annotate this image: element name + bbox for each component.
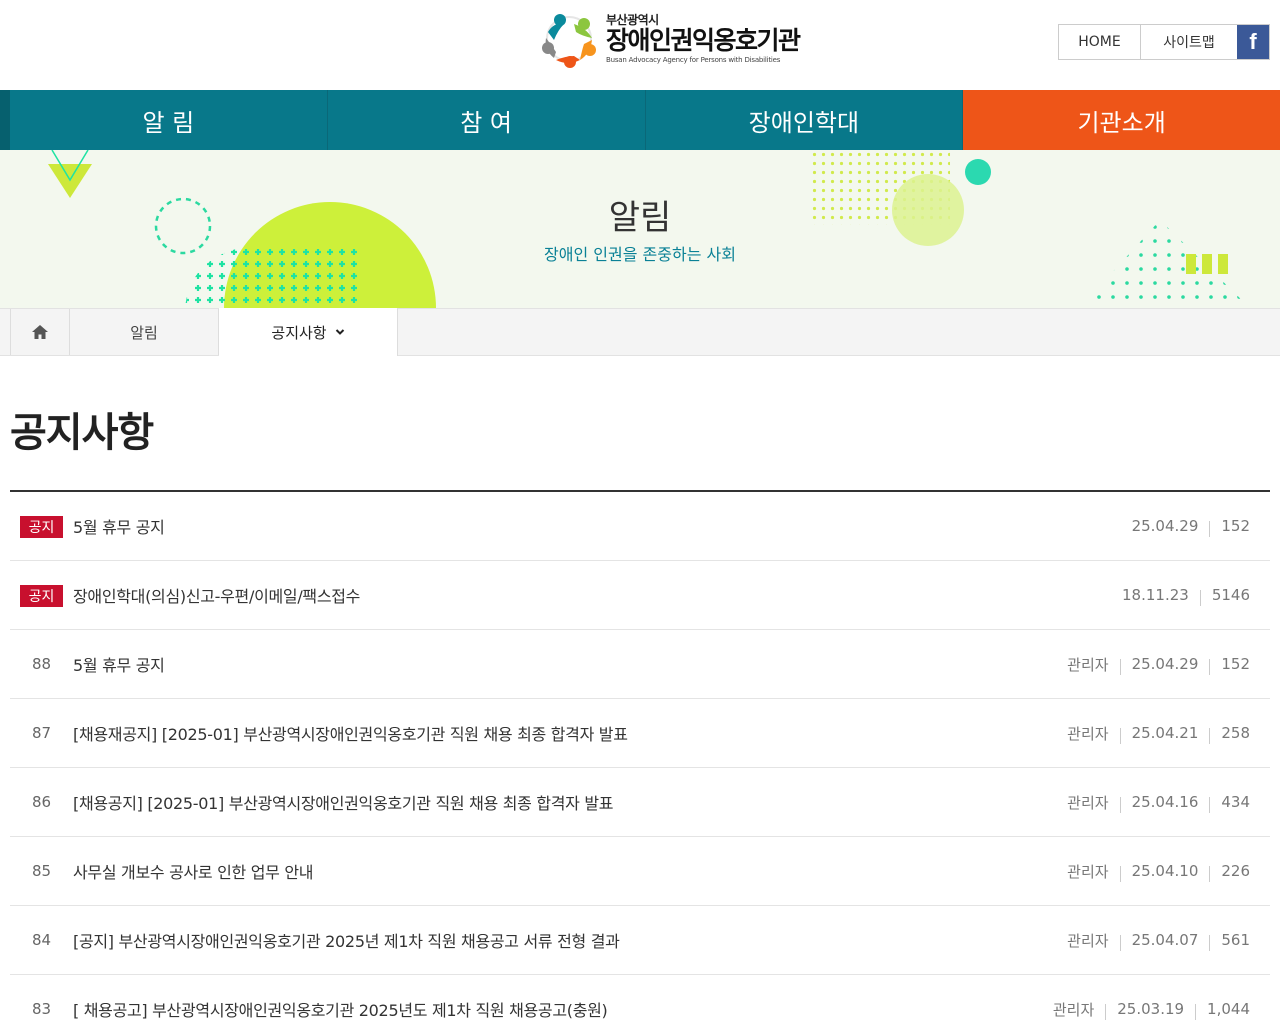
meta-divider <box>1199 590 1201 606</box>
nav-item-about[interactable]: 기관소개 <box>963 90 1280 150</box>
post-row[interactable]: 85 사무실 개보수 공사로 인한 업무 안내 관리자 25.04.10 226 <box>10 837 1270 906</box>
post-row[interactable]: 88 5월 휴무 공지 관리자 25.04.29 152 <box>10 630 1270 699</box>
breadcrumb-depth2-label: 공지사항 <box>271 323 327 342</box>
post-subject[interactable]: [ 채용공고] 부산광역시장애인권익옹호기관 2025년도 제1차 직원 채용공… <box>73 997 608 1021</box>
post-date: 25.04.29 <box>1131 517 1199 535</box>
sub-visual-banner: 알림 장애인 인권을 존중하는 사회 <box>0 150 1280 308</box>
post-views: 561 <box>1221 931 1250 949</box>
post-views: 258 <box>1221 724 1250 742</box>
post-views: 152 <box>1221 655 1250 673</box>
banner-subtitle: 장애인 인권을 존중하는 사회 <box>544 245 736 264</box>
post-number: 84 <box>31 931 52 949</box>
post-author: 관리자 <box>1067 862 1109 881</box>
meta-divider <box>1119 659 1121 675</box>
post-author: 관리자 <box>1067 724 1109 743</box>
meta-divider <box>1209 866 1211 882</box>
post-subject[interactable]: [채용공지] [2025-01] 부산광역시장애인권익옹호기관 직원 채용 최종… <box>73 790 614 814</box>
nav-item-participation[interactable]: 참 여 <box>328 90 646 150</box>
logo-subtitle: 부산광역시 <box>606 13 659 27</box>
meta-divider <box>1119 935 1121 951</box>
post-date: 18.11.23 <box>1122 586 1189 604</box>
sitemap-link[interactable]: 사이트맵 <box>1141 25 1237 59</box>
meta-divider <box>1119 866 1121 882</box>
notice-row[interactable]: 공지 장애인학대(의심)신고-우편/이메일/팩스접수 18.11.23 5146 <box>10 561 1270 630</box>
post-views: 5146 <box>1211 586 1250 604</box>
breadcrumb: 알림 공지사항 <box>0 308 1280 356</box>
post-number: 83 <box>31 1000 52 1018</box>
post-number: 88 <box>31 655 52 673</box>
meta-divider <box>1209 659 1211 675</box>
post-author: 관리자 <box>1067 931 1109 950</box>
post-subject[interactable]: [공지] 부산광역시장애인권익옹호기관 2025년 제1차 직원 채용공고 서류… <box>73 928 620 952</box>
post-author: 관리자 <box>1052 1000 1095 1019</box>
post-subject[interactable]: 5월 휴무 공지 <box>73 514 165 538</box>
logo-emblem-icon <box>540 10 598 68</box>
meta-divider <box>1105 1004 1107 1020</box>
facebook-icon[interactable]: f <box>1237 25 1269 59</box>
post-number: 87 <box>31 724 52 742</box>
post-subject[interactable]: [채용재공지] [2025-01] 부산광역시장애인권익옹호기관 직원 채용 최… <box>73 721 628 745</box>
post-date: 25.04.29 <box>1131 655 1199 673</box>
notice-badge: 공지 <box>20 516 63 538</box>
breadcrumb-depth1[interactable]: 알림 <box>70 309 219 355</box>
post-number: 86 <box>31 793 52 811</box>
notice-row[interactable]: 공지 5월 휴무 공지 25.04.29 152 <box>10 492 1270 561</box>
post-views: 152 <box>1221 517 1250 535</box>
meta-divider <box>1209 935 1211 951</box>
logo-title: 장애인권익옹호기관 <box>606 26 801 55</box>
banner-title: 알림 <box>608 198 672 238</box>
post-views: 1,044 <box>1207 1000 1250 1018</box>
post-views: 226 <box>1221 862 1250 880</box>
site-logo[interactable]: 부산광역시 장애인권익옹호기관 Busan Advocacy Agency fo… <box>540 8 805 70</box>
post-author: 관리자 <box>1067 793 1109 812</box>
post-date: 25.04.21 <box>1131 724 1199 742</box>
post-date: 25.04.16 <box>1131 793 1199 811</box>
utility-menu: HOME 사이트맵 f <box>1058 24 1270 60</box>
post-row[interactable]: 87 [채용재공지] [2025-01] 부산광역시장애인권익옹호기관 직원 채… <box>10 699 1270 768</box>
meta-divider <box>1119 797 1121 813</box>
post-date: 25.04.10 <box>1131 862 1199 880</box>
post-row[interactable]: 84 [공지] 부산광역시장애인권익옹호기관 2025년 제1차 직원 채용공고… <box>10 906 1270 975</box>
page-title: 공지사항 <box>10 410 154 456</box>
meta-divider <box>1209 728 1211 744</box>
notice-badge: 공지 <box>20 585 63 607</box>
meta-divider <box>1209 521 1211 537</box>
nav-item-abuse[interactable]: 장애인학대 <box>646 90 964 150</box>
post-subject[interactable]: 사무실 개보수 공사로 인한 업무 안내 <box>73 859 314 883</box>
home-link[interactable]: HOME <box>1059 25 1141 59</box>
home-icon[interactable] <box>10 309 70 355</box>
logo-english: Busan Advocacy Agency for Persons with D… <box>606 56 781 64</box>
post-subject[interactable]: 5월 휴무 공지 <box>73 652 165 676</box>
post-views: 434 <box>1221 793 1250 811</box>
post-subject[interactable]: 장애인학대(의심)신고-우편/이메일/팩스접수 <box>73 583 360 607</box>
main-navigation: 알 림 참 여 장애인학대 기관소개 <box>0 90 1280 150</box>
post-row[interactable]: 83 [ 채용공고] 부산광역시장애인권익옹호기관 2025년도 제1차 직원 … <box>10 975 1270 1024</box>
chevron-down-icon <box>335 329 344 335</box>
breadcrumb-depth2-dropdown[interactable]: 공지사항 <box>219 308 398 356</box>
post-date: 25.03.19 <box>1117 1000 1185 1018</box>
board-list: 공지 5월 휴무 공지 25.04.29 152 공지 장애인학대(의심)신고-… <box>10 490 1270 1024</box>
nav-item-notice[interactable]: 알 림 <box>10 90 328 150</box>
post-row[interactable]: 86 [채용공지] [2025-01] 부산광역시장애인권익옹호기관 직원 채용… <box>10 768 1270 837</box>
meta-divider <box>1119 728 1121 744</box>
meta-divider <box>1195 1004 1197 1020</box>
post-number: 85 <box>31 862 52 880</box>
post-date: 25.04.07 <box>1131 931 1199 949</box>
post-author: 관리자 <box>1067 655 1109 674</box>
meta-divider <box>1209 797 1211 813</box>
site-header: 부산광역시 장애인권익옹호기관 Busan Advocacy Agency fo… <box>0 0 1280 90</box>
